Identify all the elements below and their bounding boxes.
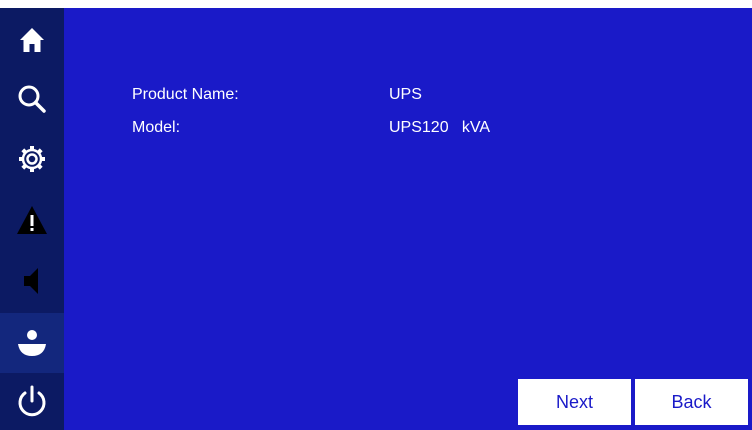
main-screen: Product Name: UPS Model: UPS120 kVA Next… <box>0 8 752 430</box>
user-icon <box>18 330 46 356</box>
sidebar <box>0 8 64 430</box>
next-button[interactable]: Next <box>518 379 631 425</box>
sidebar-item-search[interactable] <box>0 69 64 129</box>
model-value: UPS120 kVA <box>389 119 491 136</box>
back-button[interactable]: Back <box>635 379 748 425</box>
model-label: Model: <box>132 119 181 136</box>
power-icon <box>18 385 46 417</box>
product-name-label: Product Name: <box>132 86 239 103</box>
sidebar-item-power[interactable] <box>0 372 64 430</box>
sidebar-item-home[interactable] <box>0 10 64 70</box>
speaker-icon <box>24 268 38 294</box>
sidebar-item-alarms[interactable] <box>0 190 64 250</box>
sidebar-item-settings[interactable] <box>0 129 64 189</box>
warning-icon <box>17 206 47 234</box>
search-icon <box>18 85 46 113</box>
gear-icon <box>19 146 45 172</box>
home-icon <box>20 28 44 52</box>
product-name-value: UPS <box>389 86 422 103</box>
sidebar-item-sound[interactable] <box>0 251 64 311</box>
sidebar-item-user[interactable] <box>0 313 64 373</box>
